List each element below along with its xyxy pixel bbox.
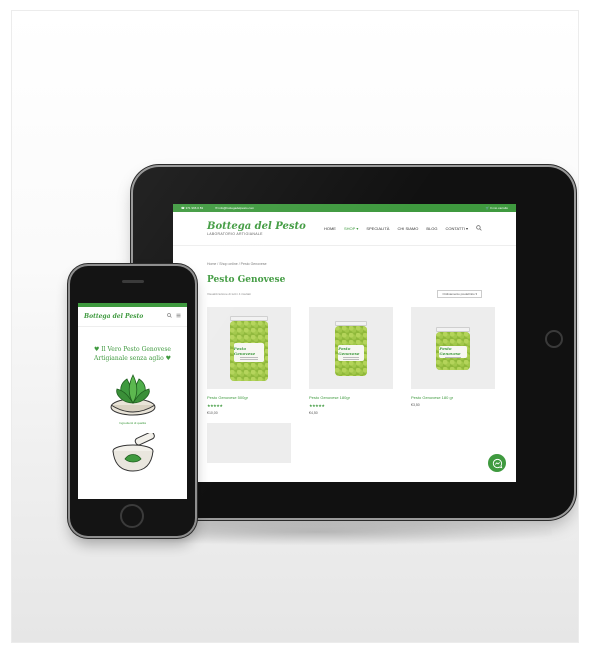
site-logo[interactable]: Bottega del Pesto LABORATORIO ARTIGIANAL… — [207, 221, 306, 236]
phone-screen: Bottega del Pesto ♥ Il Vero Pesto Genove… — [78, 303, 187, 499]
basil-bowl-illustration — [105, 373, 161, 417]
product-image[interactable]: Pesto Genovese — [207, 307, 291, 389]
product-name[interactable]: Pesto Genovese 180gr — [309, 395, 393, 400]
product-price: €4,50 — [309, 411, 318, 415]
jar-label: Pesto Genovese — [338, 345, 360, 356]
menu-icon[interactable] — [176, 313, 181, 320]
mockup-background: ☎ 371 966 0 83 ✉ info@bottegadelpesto.co… — [11, 10, 579, 643]
hero-heading: ♥ Il Vero Pesto Genovese Artigianale sen… — [78, 345, 187, 363]
tablet-device: ☎ 371 966 0 83 ✉ info@bottegadelpesto.co… — [133, 167, 574, 518]
product-card[interactable]: Pesto Genovese Pesto Genovese 180gr ★★★★… — [309, 307, 393, 415]
nav-specialita[interactable]: SPECIALITÀ — [366, 226, 389, 231]
phone-home-button — [120, 504, 144, 528]
ingredients-caption: Ingredienti di qualità — [119, 421, 146, 425]
hero-line-2: Artigianale senza aglio ♥ — [94, 355, 171, 362]
site-header: Bottega del Pesto LABORATORIO ARTIGIANAL… — [173, 212, 516, 246]
jar-label: Pesto Genovese — [233, 345, 255, 356]
product-price: €10,00 — [207, 411, 218, 415]
page-title: Pesto Genovese — [207, 275, 286, 285]
jar-image: Pesto Genovese — [335, 320, 367, 376]
top-contact-bar: ☎ 371 966 0 83 ✉ info@bottegadelpesto.co… — [173, 204, 516, 212]
search-icon[interactable] — [476, 225, 482, 232]
product-card[interactable]: Pesto Genovese Pesto Genovese 180 gr €3,… — [411, 307, 495, 415]
product-image[interactable]: Pesto Genovese — [309, 307, 393, 389]
logo-tagline: LABORATORIO ARTIGIANALE — [207, 232, 263, 236]
phone-device: Bottega del Pesto ♥ Il Vero Pesto Genove… — [70, 266, 195, 536]
shop-content: Home / Shop online / Pesto Genovese Pest… — [173, 246, 516, 475]
phone-logo[interactable]: Bottega del Pesto — [84, 313, 143, 320]
jar-image: Pesto Genovese — [436, 326, 470, 370]
jar-label: Pesto Genovese — [439, 346, 461, 357]
nav-shop[interactable]: SHOP ▾ — [344, 226, 358, 231]
search-icon[interactable] — [167, 313, 172, 320]
nav-blog[interactable]: BLOG — [426, 226, 437, 231]
phone-speaker — [122, 280, 144, 283]
sort-select[interactable]: Ordinamento predefinito ▾ — [437, 290, 482, 298]
main-nav: HOME SHOP ▾ SPECIALITÀ CHI SIAMO BLOG CO… — [324, 225, 482, 232]
product-card-partial[interactable] — [207, 423, 291, 463]
product-name[interactable]: Pesto Genovese 180 gr — [411, 395, 495, 400]
tablet-screen: ☎ 371 966 0 83 ✉ info@bottegadelpesto.co… — [173, 204, 516, 482]
nav-contatti[interactable]: CONTATTI ▾ — [445, 226, 468, 231]
hero-line-1: ♥ Il Vero Pesto Genovese — [94, 346, 171, 353]
chat-button[interactable] — [488, 454, 506, 472]
product-price: €3,50 — [411, 403, 420, 407]
logo-name: Bottega del Pesto — [207, 221, 306, 232]
jar-image: Pesto Genovese — [230, 315, 268, 381]
results-count: Visualizzazione di tutti i 4 risultati — [207, 292, 251, 296]
star-rating: ★★★★★ — [309, 403, 325, 408]
product-image[interactable]: Pesto Genovese — [411, 307, 495, 389]
email-contact[interactable]: ✉ info@bottegadelpesto.com — [215, 206, 254, 210]
phone-header: Bottega del Pesto — [78, 307, 187, 327]
chat-icon — [492, 458, 502, 468]
nav-home[interactable]: HOME — [324, 226, 336, 231]
tablet-home-button — [545, 330, 563, 348]
breadcrumb[interactable]: Home / Shop online / Pesto Genovese — [207, 262, 482, 266]
product-name[interactable]: Pesto Genovese 500gr — [207, 395, 291, 400]
star-rating: ★★★★★ — [207, 403, 223, 408]
cart-link[interactable]: 🛒 Il mio carrello — [486, 206, 508, 210]
mortar-illustration — [105, 431, 161, 473]
nav-chi-siamo[interactable]: CHI SIAMO — [397, 226, 418, 231]
product-card[interactable]: Pesto Genovese Pesto Genovese 500gr ★★★★… — [207, 307, 291, 415]
phone-contact[interactable]: ☎ 371 966 0 83 — [181, 206, 203, 210]
product-grid: Pesto Genovese Pesto Genovese 500gr ★★★★… — [207, 307, 495, 415]
